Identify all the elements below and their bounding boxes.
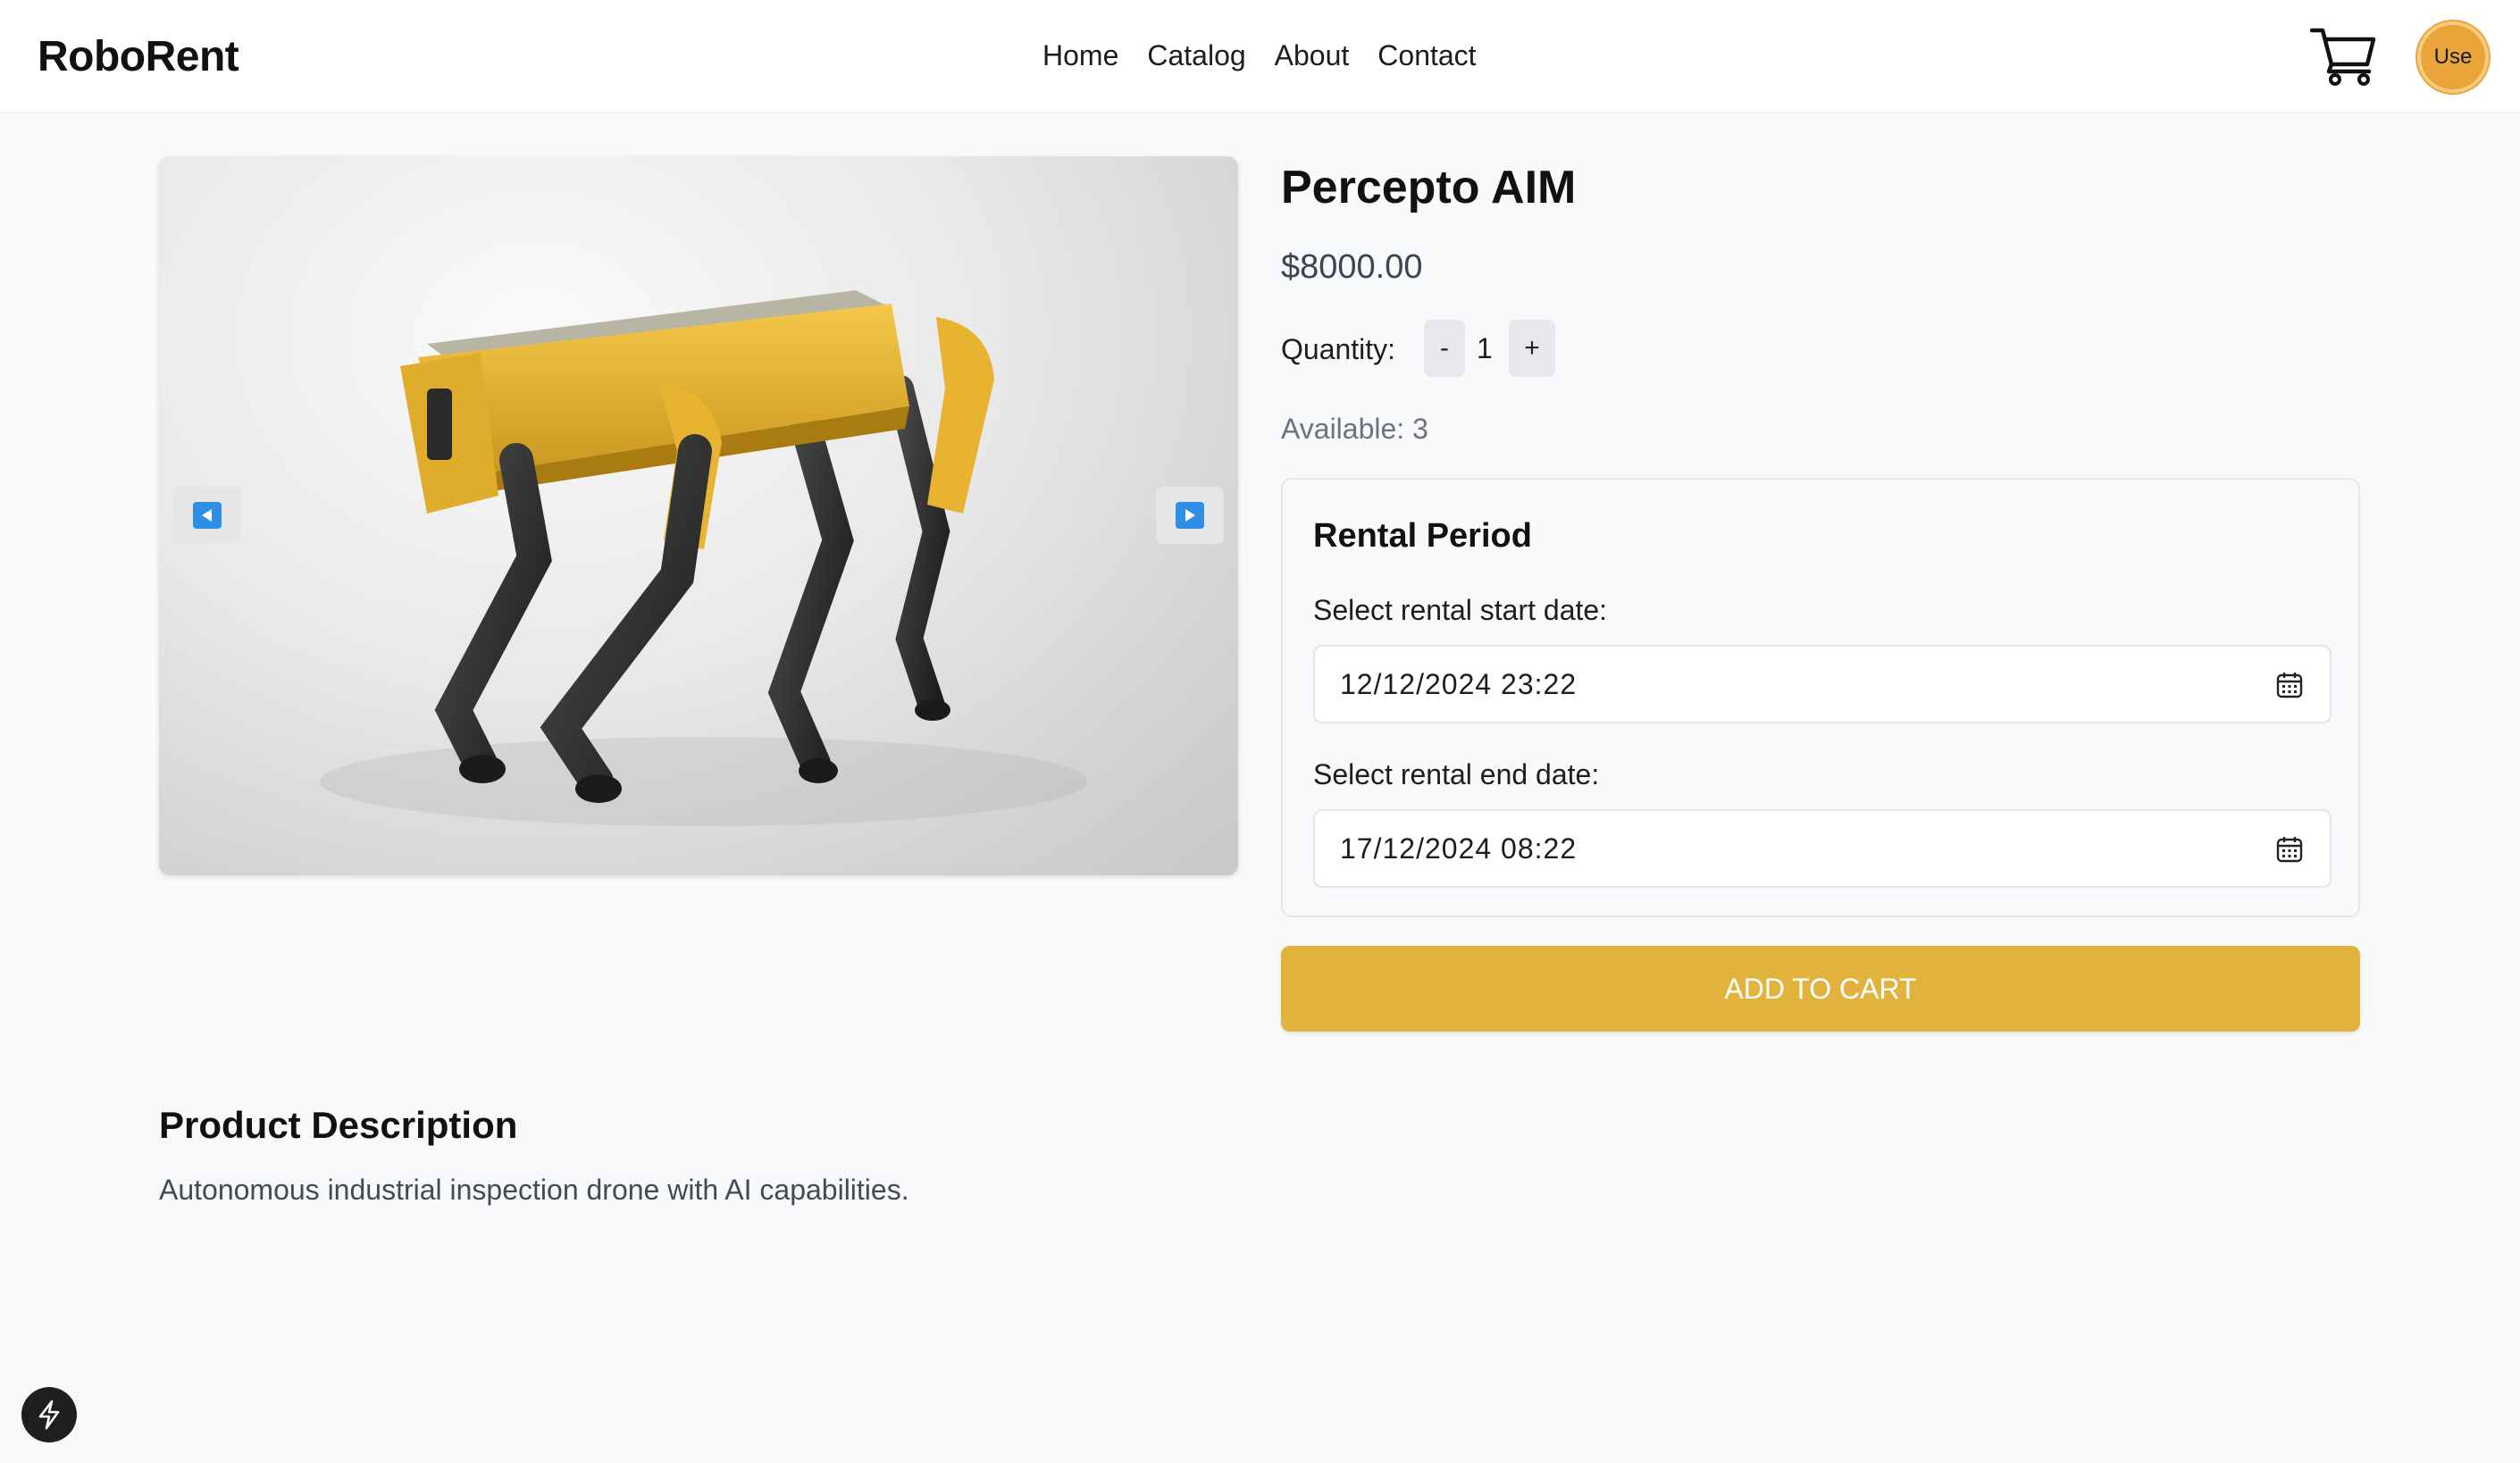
product-image [320, 290, 1088, 826]
arrow-right-icon [1176, 502, 1204, 529]
nav-home-link[interactable]: Home [1042, 39, 1118, 72]
arrow-left-icon [193, 502, 222, 529]
product-title: Percepto AIM [1281, 162, 1577, 213]
avatar-label: Use [2433, 45, 2473, 69]
brand-logo[interactable]: RoboRent [38, 32, 239, 81]
user-avatar[interactable]: Use [2417, 21, 2489, 93]
rental-start-field [1313, 645, 2332, 723]
availability-text: Available: 3 [1281, 413, 1428, 445]
quantity-increase-button[interactable]: + [1509, 320, 1555, 377]
rental-start-label: Select rental start date: [1313, 594, 1608, 626]
rental-period-title: Rental Period [1313, 517, 1532, 555]
rental-start-input[interactable] [1317, 648, 2246, 720]
description-text: Autonomous industrial inspection drone w… [159, 1174, 909, 1206]
description-title: Product Description [159, 1104, 518, 1146]
gallery-next-button[interactable] [1156, 487, 1224, 544]
rental-end-label: Select rental end date: [1313, 758, 1600, 790]
nav-contact-link[interactable]: Contact [1377, 39, 1476, 72]
quantity-value: 1 [1477, 332, 1493, 364]
main-nav: Home Catalog About Contact [1042, 39, 1477, 72]
lightning-bolt-icon[interactable] [21, 1387, 77, 1442]
quantity-decrease-button[interactable]: - [1424, 320, 1465, 377]
quantity-label: Quantity: [1281, 333, 1396, 365]
product-image-gallery [159, 156, 1238, 875]
nav-catalog-link[interactable]: Catalog [1147, 39, 1245, 72]
gallery-prev-button[interactable] [173, 487, 241, 544]
product-price: $8000.00 [1281, 248, 1423, 286]
nav-about-link[interactable]: About [1275, 39, 1350, 72]
calendar-icon[interactable] [2276, 672, 2303, 698]
rental-end-field [1313, 809, 2332, 888]
shopping-cart-icon[interactable] [2309, 23, 2376, 86]
top-navbar: RoboRent Home Catalog About Contact Use [0, 0, 2520, 113]
rental-period-panel: Rental Period Select rental start date: … [1281, 478, 2360, 917]
rental-end-input[interactable] [1317, 813, 2246, 884]
add-to-cart-button[interactable]: ADD TO CART [1281, 946, 2360, 1032]
calendar-icon[interactable] [2276, 836, 2303, 863]
